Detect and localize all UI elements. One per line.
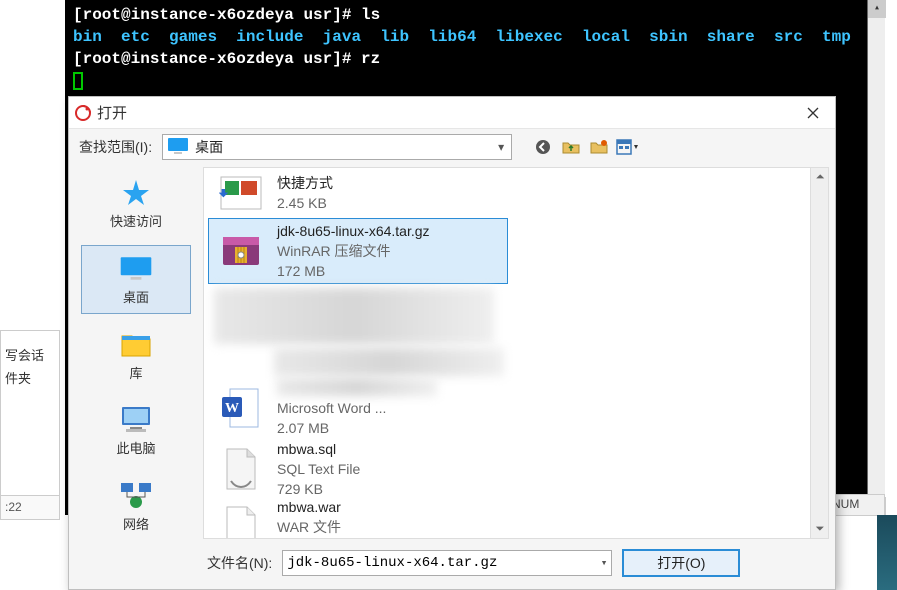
- file-name: jdk-8u65-linux-x64.tar.gz: [277, 221, 430, 241]
- place-libraries[interactable]: 库: [81, 320, 191, 390]
- dialog-footer: 文件名(N): jdk-8u65-linux-x64.tar.gz ▾ 打开(O…: [69, 541, 835, 585]
- close-button[interactable]: [791, 98, 835, 128]
- file-name: mbwa.sql: [277, 439, 360, 459]
- libraries-icon: [118, 329, 154, 359]
- file-item-redacted[interactable]: [274, 348, 504, 376]
- archive-icon: [217, 227, 265, 275]
- quickaccess-icon: [118, 177, 154, 207]
- open-button[interactable]: 打开(O): [622, 549, 740, 577]
- desktop-icon: [167, 137, 191, 157]
- file-size: 2.07 MB: [277, 418, 437, 438]
- view-menu-icon: [616, 139, 638, 155]
- scroll-up-icon[interactable]: ⏶: [811, 168, 829, 186]
- place-label: 网络: [123, 514, 149, 533]
- file-size: 00.0 MB: [277, 537, 341, 539]
- right-decor: [877, 515, 897, 590]
- file-type: Microsoft Word ...: [277, 398, 437, 418]
- filename-label: 文件名(N):: [207, 553, 272, 573]
- chevron-down-icon: ▾: [601, 556, 608, 570]
- file-size: 172 MB: [277, 261, 430, 281]
- sql-file-icon: [217, 445, 265, 493]
- close-icon: [807, 107, 819, 119]
- file-type: WAR 文件: [277, 517, 341, 537]
- file-item-shortcut[interactable]: 快捷方式 2.45 KB: [208, 168, 508, 218]
- dialog-titlebar[interactable]: 打开: [69, 97, 835, 129]
- file-name: mbwa.war: [277, 497, 341, 517]
- file-item-redacted[interactable]: [214, 288, 494, 344]
- terminal-cmd-ls: ls: [361, 6, 380, 24]
- place-thispc[interactable]: 此电脑: [81, 396, 191, 466]
- file-name: 快捷方式: [277, 173, 333, 193]
- new-folder-icon: [590, 139, 608, 155]
- filename-value: jdk-8u65-linux-x64.tar.gz: [287, 555, 497, 571]
- up-folder-icon: [562, 139, 580, 155]
- terminal-scrollbar[interactable]: ▴ ▾: [867, 0, 885, 515]
- status-left: :22: [0, 495, 60, 520]
- terminal-ls-output: bin etc games include java lib lib64 lib…: [73, 26, 877, 48]
- shortcut-icon: [217, 169, 265, 217]
- places-bar: 快速访问 桌面 库 此电脑: [69, 165, 203, 541]
- scroll-down-icon[interactable]: ⏷: [811, 520, 829, 538]
- file-name-redacted: [277, 378, 437, 396]
- lookin-label: 查找范围(I):: [79, 137, 152, 157]
- place-desktop[interactable]: 桌面: [81, 245, 191, 315]
- file-item-jdk[interactable]: jdk-8u65-linux-x64.tar.gz WinRAR 压缩文件 17…: [208, 218, 508, 284]
- file-type: WinRAR 压缩文件: [277, 241, 430, 261]
- pc-icon: [118, 404, 154, 434]
- lookin-toolbar: 查找范围(I): 桌面 ▾: [69, 129, 835, 165]
- back-icon: [535, 139, 551, 155]
- left-panel: 写会话 件夹: [0, 330, 60, 520]
- nav-newfolder-button[interactable]: [588, 136, 610, 158]
- place-label: 此电脑: [116, 438, 155, 457]
- nav-back-button[interactable]: [532, 136, 554, 158]
- filename-combobox[interactable]: jdk-8u65-linux-x64.tar.gz ▾: [282, 550, 612, 576]
- terminal-prompt: [root@instance-x6ozdeya usr]#: [73, 50, 361, 68]
- war-file-icon: [217, 503, 265, 539]
- open-button-label: 打开(O): [657, 553, 705, 573]
- place-label: 桌面: [123, 287, 149, 306]
- svg-text:W: W: [225, 401, 239, 416]
- desktop-icon: [118, 253, 154, 283]
- file-size: 729 KB: [277, 479, 360, 499]
- nav-view-button[interactable]: [616, 136, 638, 158]
- left-session-label: 写会话: [1, 343, 59, 366]
- scroll-up-icon[interactable]: ▴: [868, 0, 886, 18]
- place-network[interactable]: 网络: [81, 471, 191, 541]
- nav-up-button[interactable]: [560, 136, 582, 158]
- terminal-prompt: [root@instance-x6ozdeya usr]#: [73, 6, 361, 24]
- place-label: 库: [129, 363, 142, 382]
- chevron-down-icon: ▾: [491, 140, 511, 154]
- lookin-dropdown[interactable]: 桌面 ▾: [162, 134, 512, 160]
- word-icon: W: [217, 384, 265, 432]
- dialog-title: 打开: [97, 102, 127, 123]
- left-folder-label: 件夹: [1, 366, 59, 389]
- file-item-war[interactable]: mbwa.war WAR 文件 00.0 MB: [208, 502, 508, 539]
- network-icon: [118, 480, 154, 510]
- app-icon: [75, 105, 91, 121]
- file-type: SQL Text File: [277, 459, 360, 479]
- file-item-sql[interactable]: mbwa.sql SQL Text File 729 KB: [208, 436, 508, 502]
- terminal-cursor: [73, 72, 83, 90]
- lookin-value: 桌面: [195, 137, 491, 157]
- place-label: 快速访问: [110, 211, 162, 230]
- terminal-cmd-rz: rz: [361, 50, 380, 68]
- open-dialog: 打开 查找范围(I): 桌面 ▾: [68, 96, 836, 590]
- file-size: 2.45 KB: [277, 193, 333, 213]
- file-item-word[interactable]: W Microsoft Word ... 2.07 MB: [208, 380, 508, 436]
- filelist-scrollbar[interactable]: ⏶ ⏷: [810, 168, 828, 538]
- place-quickaccess[interactable]: 快速访问: [81, 169, 191, 239]
- file-list[interactable]: 快捷方式 2.45 KB jdk-8u65-linux-x64.tar.gz W…: [203, 167, 829, 539]
